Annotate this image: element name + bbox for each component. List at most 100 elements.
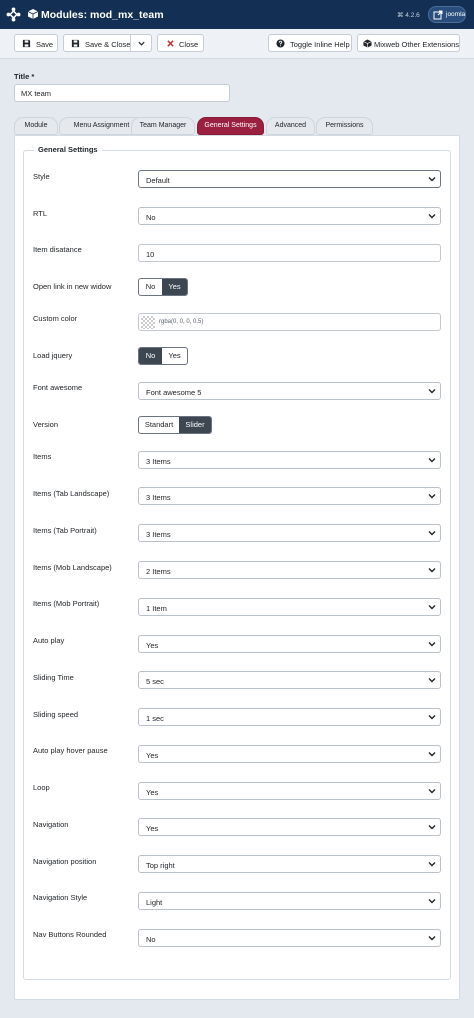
chevron-down-icon[interactable] xyxy=(137,39,146,48)
item-distance-input[interactable]: 10 xyxy=(138,244,441,262)
custom-color-label: Custom color xyxy=(33,314,78,323)
chevron-down-icon xyxy=(428,214,436,219)
chevron-down-icon xyxy=(428,531,436,536)
auto-play-value: Yes xyxy=(146,641,159,650)
load-jquery-yes-option[interactable]: Yes xyxy=(162,348,187,364)
chevron-down-icon xyxy=(428,389,436,394)
auto-play-hover-pause-select[interactable]: Yes xyxy=(138,745,441,763)
style-label: Style xyxy=(33,172,50,181)
items-tab-landscape-select[interactable]: 3 Items xyxy=(138,487,441,505)
navigation-label: Navigation xyxy=(33,820,69,829)
nav-buttons-rounded-label: Nav Buttons Rounded xyxy=(33,930,107,939)
open-link-label: Open link in new widow xyxy=(33,282,112,291)
font-awesome-value: Font awesome 5 xyxy=(146,388,202,397)
loop-value: Yes xyxy=(146,788,159,797)
save-label: Save xyxy=(36,40,54,49)
chevron-down-icon xyxy=(428,899,436,904)
style-select[interactable]: Default xyxy=(138,170,441,188)
navigation-style-label: Navigation Style xyxy=(33,893,88,902)
user-menu-button[interactable]: joomla xyxy=(428,6,466,23)
chevron-down-icon xyxy=(428,752,436,757)
item-distance-value: 10 xyxy=(146,250,155,259)
rtl-label: RTL xyxy=(33,209,48,218)
load-jquery-no-option[interactable]: No xyxy=(139,348,162,364)
user-menu-label: joomla xyxy=(446,11,466,18)
items-mob-portrait-value: 1 Item xyxy=(146,604,167,613)
items-tab-landscape-value: 3 Items xyxy=(146,493,171,502)
items-mob-portrait-select[interactable]: 1 Item xyxy=(138,598,441,616)
joomla-logo-icon[interactable] xyxy=(5,6,22,23)
fieldset-legend: General Settings xyxy=(34,145,102,154)
save-button[interactable]: Save xyxy=(14,34,58,52)
version-slider-option[interactable]: Slider xyxy=(179,417,211,433)
auto-play-hover-pause-label: Auto play hover pause xyxy=(33,746,108,755)
items-tab-portrait-value: 3 Items xyxy=(146,530,171,539)
tab-advanced[interactable]: Advanced xyxy=(266,117,315,135)
loop-select[interactable]: Yes xyxy=(138,782,441,800)
page-title: Modules: mod_mx_team xyxy=(41,9,164,21)
question-icon xyxy=(276,39,285,48)
color-swatch[interactable] xyxy=(141,316,155,329)
items-tab-portrait-label: Items (Tab Portrait) xyxy=(33,526,97,535)
rtl-select[interactable]: No xyxy=(138,207,441,225)
sliding-time-select[interactable]: 5 sec xyxy=(138,671,441,689)
navigation-position-value: Top right xyxy=(146,861,175,870)
mixweb-extensions-label: Mixweb Other Extensions xyxy=(374,40,460,49)
items-label: Items xyxy=(33,452,52,461)
auto-play-label: Auto play xyxy=(33,636,65,645)
items-select[interactable]: 3 Items xyxy=(138,451,441,469)
items-tab-portrait-select[interactable]: 3 Items xyxy=(138,524,441,542)
chevron-down-icon xyxy=(428,494,436,499)
close-button[interactable]: Close xyxy=(157,34,204,52)
chevron-down-icon xyxy=(428,568,436,573)
items-value: 3 Items xyxy=(146,457,171,466)
load-jquery-toggle: No Yes xyxy=(138,347,188,365)
navigation-position-select[interactable]: Top right xyxy=(138,855,441,873)
joomla-version: ⌘ 4.2.6 xyxy=(397,12,420,19)
custom-color-input[interactable]: rgba(0, 0, 0, 0.5) xyxy=(138,313,441,331)
tab-general-settings[interactable]: General Settings xyxy=(197,117,264,135)
open-link-no-option[interactable]: No xyxy=(139,279,162,295)
sliding-speed-select[interactable]: 1 sec xyxy=(138,708,441,726)
chevron-down-icon xyxy=(428,177,436,182)
title-input[interactable]: MX team xyxy=(14,84,230,102)
open-link-yes-option[interactable]: Yes xyxy=(162,279,187,295)
items-mob-landscape-value: 2 Items xyxy=(146,567,171,576)
auto-play-select[interactable]: Yes xyxy=(138,635,441,653)
tab-permissions[interactable]: Permissions xyxy=(316,117,373,135)
chevron-down-icon xyxy=(428,458,436,463)
external-link-icon xyxy=(433,10,443,20)
toggle-inline-help-button[interactable]: Toggle Inline Help xyxy=(268,34,352,52)
toolbar: Save Save & Close Close Toggle Inline He… xyxy=(0,29,474,59)
sliding-time-label: Sliding Time xyxy=(33,673,74,682)
custom-color-value: rgba(0, 0, 0, 0.5) xyxy=(159,319,204,325)
nav-buttons-rounded-select[interactable]: No xyxy=(138,929,441,947)
auto-play-hover-pause-value: Yes xyxy=(146,751,159,760)
navigation-value: Yes xyxy=(146,824,159,833)
loop-label: Loop xyxy=(33,783,50,792)
close-icon xyxy=(167,40,174,47)
rtl-value: No xyxy=(146,213,156,222)
mixweb-extensions-button[interactable]: Mixweb Other Extensions xyxy=(357,34,460,52)
items-mob-portrait-label: Items (Mob Portrait) xyxy=(33,599,100,608)
items-mob-landscape-label: Items (Mob Landscape) xyxy=(33,563,112,572)
tab-module[interactable]: Module xyxy=(14,117,58,135)
navigation-select[interactable]: Yes xyxy=(138,818,441,836)
toggle-inline-help-label: Toggle Inline Help xyxy=(290,40,350,49)
save-close-label: Save & Close xyxy=(85,40,131,49)
items-tab-landscape-label: Items (Tab Landscape) xyxy=(33,489,110,498)
tab-team-manager[interactable]: Team Manager xyxy=(131,117,195,135)
items-mob-landscape-select[interactable]: 2 Items xyxy=(138,561,441,579)
font-awesome-label: Font awesome xyxy=(33,383,83,392)
save-icon xyxy=(71,39,80,48)
sliding-time-value: 5 sec xyxy=(146,677,164,686)
font-awesome-select[interactable]: Font awesome 5 xyxy=(138,382,441,400)
save-close-button[interactable]: Save & Close xyxy=(63,34,152,52)
load-jquery-label: Load jquery xyxy=(33,351,73,360)
navigation-style-select[interactable]: Light xyxy=(138,892,441,910)
close-label: Close xyxy=(179,40,199,49)
version-standart-option[interactable]: Standart xyxy=(139,417,179,433)
chevron-down-icon xyxy=(428,605,436,610)
chevron-down-icon xyxy=(428,678,436,683)
navigation-position-label: Navigation position xyxy=(33,857,97,866)
